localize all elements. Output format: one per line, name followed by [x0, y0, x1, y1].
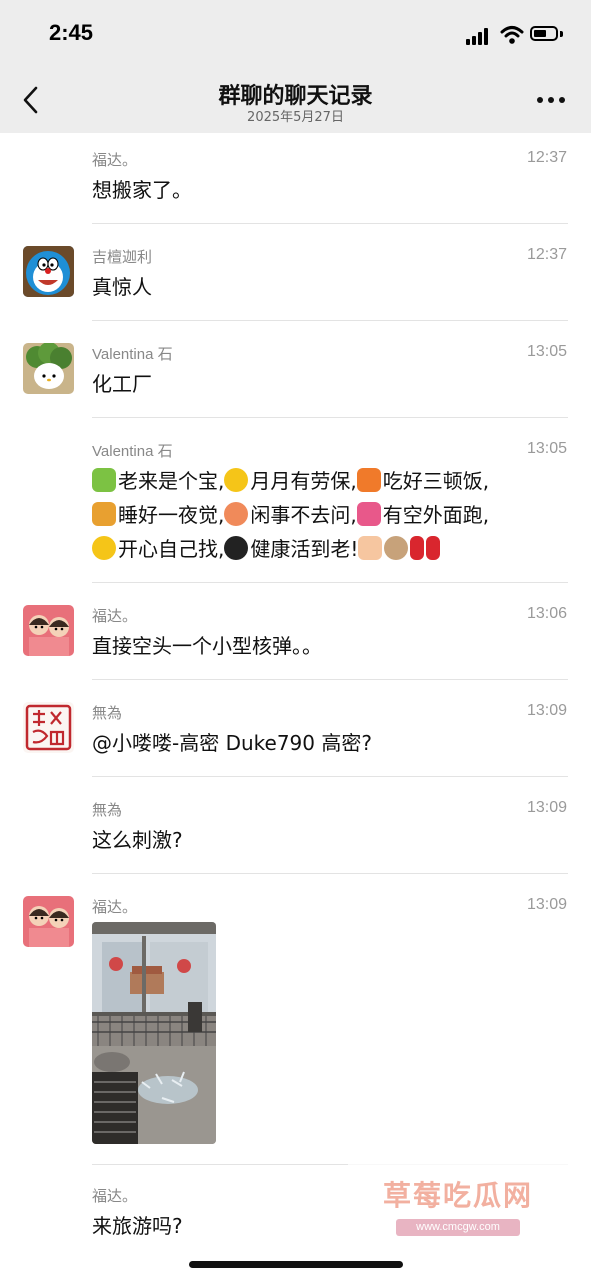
damaged-room-photo[interactable]: [92, 922, 216, 1144]
message-time: 13:09: [526, 799, 567, 816]
message-text-segment: 开心自己找,: [118, 537, 225, 561]
watermark: 草莓吃瓜网 www.cmcgw.com: [348, 1162, 568, 1247]
signal-icon: [466, 28, 492, 45]
home-indicator[interactable]: [189, 1261, 403, 1268]
broccoli-avatar-image: [23, 343, 74, 394]
message-sender[interactable]: 福达。: [92, 1185, 137, 1206]
message-sender[interactable]: 無為: [92, 799, 122, 820]
coffee-emoji-icon: [384, 536, 409, 560]
avatar[interactable]: [23, 246, 74, 297]
message-text-segment: 老来是个宝,: [118, 469, 225, 493]
message-sender[interactable]: 福达。: [92, 896, 137, 917]
message-sender[interactable]: 福达。: [92, 149, 137, 170]
fireworks-emoji-icon: [224, 502, 249, 526]
rose-emoji-icon: [426, 536, 441, 560]
status-time: 2:45: [49, 20, 94, 45]
more-dots-icon[interactable]: [537, 97, 567, 105]
divider: [92, 320, 568, 321]
message-text: 真惊人: [92, 275, 152, 299]
header-bar: 2:45 群聊的聊天记录 2025年5月27日: [0, 0, 591, 133]
penguin-emoji-icon: [224, 536, 249, 560]
message-sender[interactable]: 吉檀迦利: [92, 246, 152, 267]
divider: [92, 776, 568, 777]
message-text: 这么刺激?: [92, 828, 183, 852]
battery-icon: [530, 26, 558, 41]
beer-emoji-icon: [92, 502, 116, 526]
divider: [92, 873, 568, 874]
divider: [92, 582, 568, 583]
divider: [92, 417, 568, 418]
divider: [92, 679, 568, 680]
watermark-url: www.cmcgw.com: [396, 1219, 520, 1236]
message-text-segment: 睡好一夜觉,: [118, 503, 225, 527]
message-time: 13:05: [526, 440, 567, 457]
twins-avatar-image: [23, 605, 74, 656]
gift-emoji-icon: [356, 468, 381, 492]
message-text: 直接空头一个小型核弹。。: [92, 634, 322, 658]
message-text: 化工厂: [92, 372, 152, 396]
seal-stamp-avatar-image: [23, 702, 74, 753]
wifi-icon: [500, 26, 524, 44]
sunglasses-emoji-icon: [224, 468, 249, 492]
message-time: 13:05: [526, 343, 567, 360]
divider: [92, 223, 568, 224]
avatar[interactable]: [23, 702, 74, 753]
message-time: 13:06: [526, 605, 567, 622]
twins-avatar-image: [23, 896, 74, 947]
message-sender[interactable]: Valentina 石: [92, 343, 173, 364]
page-subtitle-date: 2025年5月27日: [247, 110, 344, 125]
party-popper-emoji-icon: [356, 502, 381, 526]
666-emoji-icon: [92, 536, 116, 560]
damaged-room-photo-image: [92, 922, 216, 1144]
avatar[interactable]: [23, 605, 74, 656]
message-text: 想搬家了。: [92, 178, 192, 202]
avatar[interactable]: [23, 896, 74, 947]
message-text-segment: 闲事不去问,: [250, 503, 357, 527]
message-sender[interactable]: 福达。: [92, 605, 137, 626]
elder-emoji-icon: [92, 468, 116, 492]
message-time: 13:09: [526, 896, 567, 913]
cake-emoji-icon: [358, 536, 383, 560]
message-text-segment: 健康活到老!: [250, 537, 359, 561]
message-text-segment: 月月有劳保,: [250, 469, 357, 493]
message-text-segment: 吃好三顿饭,: [382, 469, 490, 493]
watermark-text: 草莓吃瓜网: [382, 1179, 533, 1212]
battery-cap: [560, 31, 563, 37]
message-time: 12:37: [526, 149, 567, 166]
message-text: @小喽喽-高密 Duke790 高密?: [92, 731, 372, 755]
message-sender[interactable]: Valentina 石: [92, 440, 173, 461]
avatar[interactable]: [23, 343, 74, 394]
message-text-segment: 有空外面跑,: [382, 503, 490, 527]
status-bar: 2:45: [0, 0, 591, 70]
message-text: 老来是个宝, 月月有劳保, 吃好三顿饭, 睡好一夜觉, 闲事不去问, 有空外面跑, 开心…: [92, 464, 567, 566]
message-time: 12:37: [526, 246, 567, 263]
rose-emoji-icon: [410, 536, 425, 560]
message-time: 13:09: [526, 702, 567, 719]
message-sender[interactable]: 無為: [92, 702, 122, 723]
doraemon-avatar-image: [23, 246, 74, 297]
